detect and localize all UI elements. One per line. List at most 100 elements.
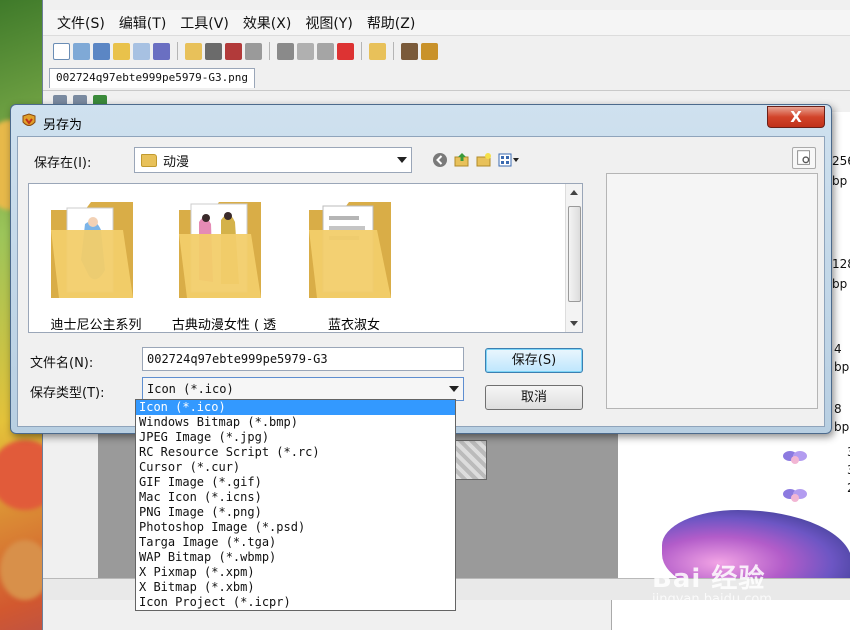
baidu-watermark-url: jingyan.baidu.com (652, 592, 772, 607)
scroll-down-icon[interactable] (570, 321, 578, 326)
chevron-down-icon (397, 157, 407, 163)
wizard-icon[interactable] (113, 42, 130, 60)
scrollbar-thumb[interactable] (568, 206, 581, 302)
menu-bar: 文件(S) 编辑(T) 工具(V) 效果(X) 视图(Y) 帮助(Z) (43, 10, 850, 36)
format-label: 8 (834, 402, 842, 416)
effects-icon[interactable] (401, 42, 418, 60)
preview-pane (606, 173, 818, 409)
baidu-watermark: Bai 经验 (652, 564, 766, 594)
help-book-icon[interactable] (421, 42, 438, 60)
new-icon[interactable] (53, 42, 70, 60)
print-icon[interactable] (245, 42, 262, 60)
paste-icon[interactable] (317, 42, 334, 60)
list-item[interactable]: 蓝衣淑女 (289, 186, 419, 333)
dialog-body: 保存在(I): 动漫 迪士尼公主系列 古典动漫女性 (透 蓝衣淑女 文件名(N… (17, 136, 825, 427)
main-toolbar (43, 38, 850, 64)
toolbar-separator (177, 42, 178, 60)
format-label: bp (834, 420, 850, 434)
delete-icon[interactable] (337, 42, 354, 60)
canvas-thumbnail (455, 440, 487, 480)
close-icon: X (790, 108, 802, 126)
folder-icon (309, 202, 391, 298)
format-label: 256 (832, 154, 850, 168)
save-as-dialog: 另存为 X 保存在(I): 动漫 迪士尼公主系列 古典动漫女性 (透 蓝衣淑女… (10, 104, 832, 434)
extract-icon[interactable] (133, 42, 150, 60)
format-label: bp (832, 277, 848, 291)
new-library-icon[interactable] (93, 42, 110, 60)
format-label: 4 (834, 342, 842, 356)
save-all-icon[interactable] (225, 42, 242, 60)
format-label: bp (834, 360, 850, 374)
filetype-option[interactable]: RC Resource Script (*.rc) (136, 445, 455, 460)
filetype-option[interactable]: Mac Icon (*.icns) (136, 490, 455, 505)
filetype-options-list: Icon (*.ico) Windows Bitmap (*.bmp) JPEG… (135, 399, 456, 611)
filename-field[interactable]: 002724q97ebte999pe5979-G3 (142, 347, 464, 371)
folder-name: 迪士尼公主系列 (50, 318, 142, 333)
menu-edit[interactable]: 编辑(T) (113, 11, 172, 35)
document-tab[interactable]: 002724q97ebte999pe5979-G3.png (49, 68, 256, 88)
fairy-thumbnail-icon (783, 451, 807, 464)
format-label: 128 (832, 257, 850, 271)
chevron-down-icon (449, 386, 459, 392)
toolbar-separator (269, 42, 270, 60)
back-icon[interactable] (432, 152, 448, 168)
filetype-option[interactable]: GIF Image (*.gif) (136, 475, 455, 490)
menu-tools[interactable]: 工具(V) (174, 11, 235, 35)
preview-toggle-button[interactable] (792, 147, 816, 169)
filetype-label: 保存类型(T): (30, 386, 105, 401)
dialog-titlebar[interactable]: 另存为 X (11, 105, 831, 135)
vertical-scrollbar[interactable] (565, 184, 582, 332)
list-item[interactable]: 迪士尼公主系列 (31, 186, 161, 333)
batch-icon[interactable] (153, 42, 170, 60)
new-image-icon[interactable] (73, 42, 90, 60)
new-folder-icon[interactable] (476, 152, 492, 168)
folder-icon (179, 202, 261, 298)
navigation-toolbar (432, 152, 520, 168)
dialog-app-icon (22, 113, 36, 126)
filename-label: 文件名(N): (30, 356, 94, 371)
filetype-option[interactable]: JPEG Image (*.jpg) (136, 430, 455, 445)
filetype-option[interactable]: WAP Bitmap (*.wbmp) (136, 550, 455, 565)
fairy-thumbnail-icon (783, 489, 807, 502)
filetype-value: Icon (*.ico) (147, 382, 234, 396)
preview-icon (797, 150, 810, 165)
folder-name: 蓝衣淑女 (327, 318, 380, 333)
cut-icon[interactable] (277, 42, 294, 60)
filetype-option[interactable]: Windows Bitmap (*.bmp) (136, 415, 455, 430)
toolbar-separator (361, 42, 362, 60)
scroll-up-icon[interactable] (570, 190, 578, 195)
filetype-option[interactable]: Photoshop Image (*.psd) (136, 520, 455, 535)
up-folder-icon[interactable] (454, 152, 470, 168)
filetype-option[interactable]: PNG Image (*.png) (136, 505, 455, 520)
file-list-view[interactable]: 迪士尼公主系列 古典动漫女性 ( 透 蓝衣淑女 (28, 183, 583, 333)
copy-icon[interactable] (297, 42, 314, 60)
view-menu-icon[interactable] (498, 152, 520, 168)
filetype-option[interactable]: Targa Image (*.tga) (136, 535, 455, 550)
filetype-option[interactable]: Icon (*.ico) (136, 400, 455, 415)
menu-help[interactable]: 帮助(Z) (361, 11, 422, 35)
save-in-value: 动漫 (163, 154, 190, 170)
filetype-option[interactable]: X Bitmap (*.xbm) (136, 580, 455, 595)
save-button[interactable]: 保存(S) (485, 348, 583, 373)
menu-view[interactable]: 视图(Y) (299, 11, 358, 35)
filetype-dropdown[interactable]: Icon (*.ico) (142, 377, 464, 401)
filetype-option[interactable]: Cursor (*.cur) (136, 460, 455, 475)
open-icon[interactable] (185, 42, 202, 60)
list-item[interactable]: 古典动漫女性 ( 透 (159, 186, 289, 333)
folder-icon (141, 153, 157, 167)
filetype-option[interactable]: X Pixmap (*.xpm) (136, 565, 455, 580)
save-in-label: 保存在(I): (34, 156, 92, 171)
menu-file[interactable]: 文件(S) (51, 11, 111, 35)
folder-icon (51, 202, 133, 298)
filetype-option[interactable]: Icon Project (*.icpr) (136, 595, 455, 610)
format-label: bp (832, 174, 848, 188)
save-in-dropdown[interactable]: 动漫 (134, 147, 412, 173)
menu-effects[interactable]: 效果(X) (237, 11, 298, 35)
cancel-button[interactable]: 取消 (485, 385, 583, 410)
toolbar-separator (393, 42, 394, 60)
folder-name: 古典动漫女性 ( 透 (171, 318, 277, 333)
properties-icon[interactable] (369, 42, 386, 60)
dialog-title: 另存为 (43, 118, 83, 133)
save-icon[interactable] (205, 42, 222, 60)
close-button[interactable]: X (767, 106, 825, 128)
